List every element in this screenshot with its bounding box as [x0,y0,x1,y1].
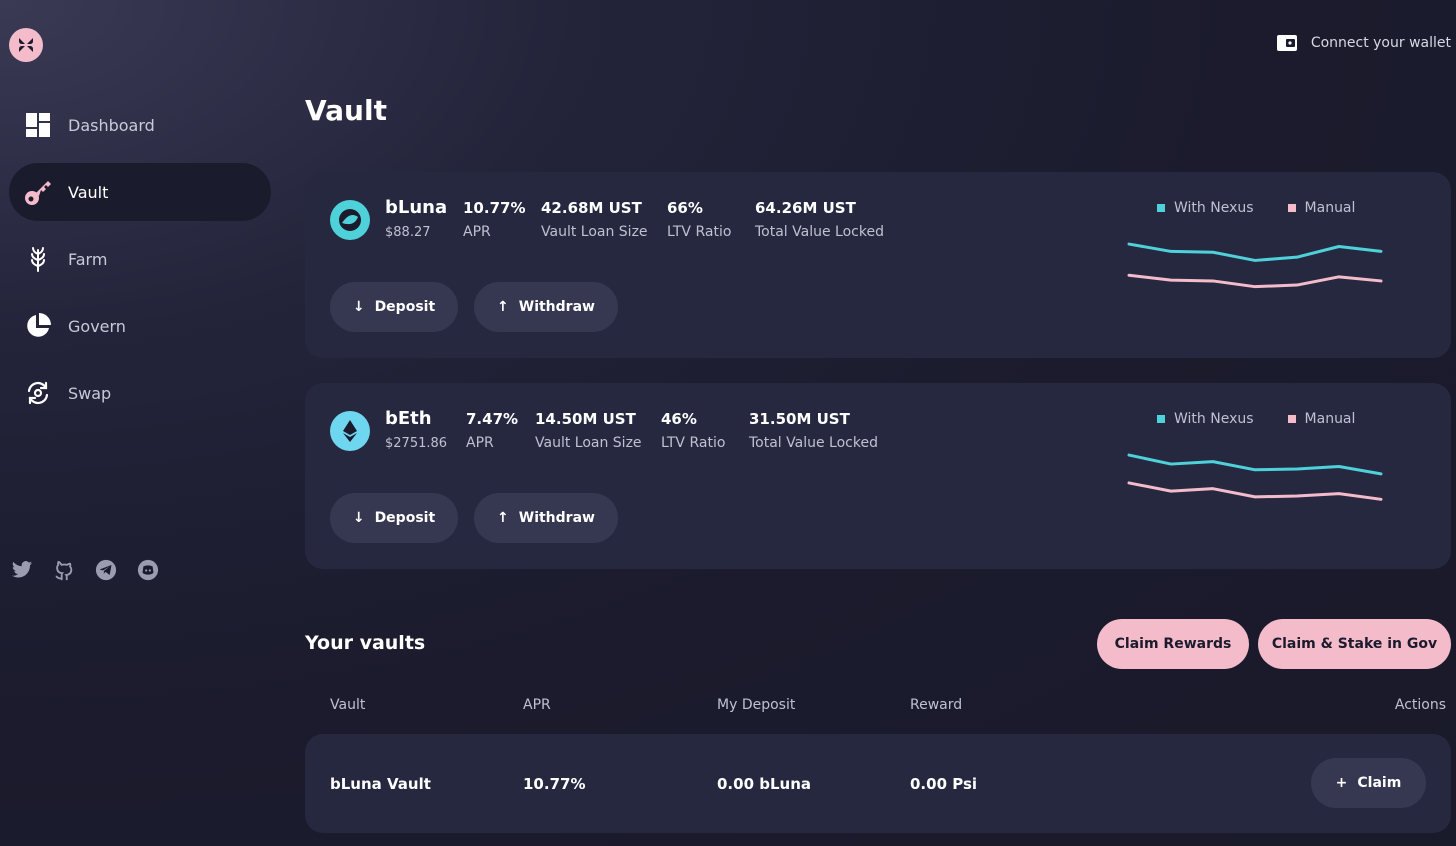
beth-icon [330,411,370,451]
chart-legend: With Nexus Manual [1157,411,1355,427]
loan-size-stat: 42.68M UST Vault Loan Size [541,199,648,240]
token-name: bEth [385,408,432,429]
token-price: $2751.86 [385,436,448,451]
performance-chart [1127,242,1383,289]
vault-card-beth: bEth $2751.86 7.47% APR 14.50M UST Vault L… [305,383,1451,569]
telegram-icon[interactable] [94,558,118,582]
deposit-button[interactable]: ↓ Deposit [330,282,458,332]
github-icon[interactable] [52,558,76,582]
ltv-stat: 46% LTV Ratio [661,410,726,451]
column-header-deposit: My Deposit [717,697,796,713]
connect-wallet-label: Connect your wallet [1310,35,1451,51]
claim-stake-button[interactable]: Claim & Stake in Gov [1258,619,1451,669]
bluna-icon [330,200,370,240]
wallet-icon [1276,35,1297,51]
deposit-cell: 0.00 bLuna [717,775,812,793]
wheat-icon [24,245,52,273]
series-line-manual [1127,481,1383,501]
apr-cell: 10.77% [523,775,586,793]
twitter-icon[interactable] [10,558,34,582]
arrow-up-icon: ↑ [497,299,509,315]
tvl-stat: 64.26M UST Total Value Locked [755,199,884,240]
legend-item: With Nexus [1157,200,1254,216]
series-line-with-nexus [1127,242,1383,262]
sidebar-item-label: Swap [68,383,112,403]
apr-stat: 10.77% APR [463,199,526,240]
social-links [10,558,160,582]
tvl-stat: 31.50M UST Total Value Locked [749,410,878,451]
withdraw-button[interactable]: ↑ Withdraw [474,493,618,543]
claim-button[interactable]: + Claim [1311,758,1426,808]
reward-cell: 0.00 Psi [910,775,978,793]
sidebar-item-label: Govern [68,316,126,336]
sidebar-item-dashboard[interactable]: Dashboard [9,96,271,154]
table-row: bLuna Vault 10.77% 0.00 bLuna 0.00 Psi +… [305,734,1451,833]
connect-wallet-button[interactable]: Connect your wallet [1276,33,1451,53]
section-title: Your vaults [305,632,426,654]
loan-size-stat: 14.50M UST Vault Loan Size [535,410,642,451]
sidebar-item-govern[interactable]: Govern [9,297,271,355]
chart-legend: With Nexus Manual [1157,200,1355,216]
sidebar-item-label: Dashboard [68,115,155,135]
ltv-stat: 66% LTV Ratio [667,199,732,240]
dashboard-icon [24,111,52,139]
pie-chart-icon [24,312,52,340]
page-title: Vault [305,94,387,127]
arrow-up-icon: ↑ [497,510,509,526]
plus-icon: + [1335,775,1348,791]
column-header-reward: Reward [910,697,963,713]
performance-chart [1127,453,1383,501]
vault-cell: bLuna Vault [330,775,431,793]
legend-item: Manual [1287,200,1355,216]
withdraw-button[interactable]: ↑ Withdraw [474,282,618,332]
column-header-vault: Vault [330,697,366,713]
column-header-apr: APR [523,697,551,713]
sidebar-item-label: Vault [68,182,109,202]
column-header-actions: Actions [1394,697,1446,713]
sidebar-item-farm[interactable]: Farm [9,230,271,288]
series-line-manual [1127,273,1383,289]
arrow-down-icon: ↓ [352,510,365,526]
swap-icon [24,379,52,407]
legend-item: With Nexus [1157,411,1254,427]
key-icon [24,178,52,206]
arrow-down-icon: ↓ [352,299,365,315]
app-logo[interactable] [9,28,43,62]
sidebar-item-label: Farm [68,249,108,269]
deposit-button[interactable]: ↓ Deposit [330,493,458,543]
logo-icon [19,38,33,52]
claim-rewards-button[interactable]: Claim Rewards [1097,619,1249,669]
apr-stat: 7.47% APR [466,410,519,451]
series-line-with-nexus [1127,453,1383,476]
legend-item: Manual [1287,411,1355,427]
token-price: $88.27 [385,225,431,240]
vault-card-bluna: bLuna $88.27 10.77% APR 42.68M UST Vault L… [305,172,1451,358]
discord-icon[interactable] [136,558,160,582]
token-name: bLuna [385,197,448,218]
sidebar-item-vault[interactable]: Vault [9,163,271,221]
sidebar-item-swap[interactable]: Swap [9,364,271,422]
